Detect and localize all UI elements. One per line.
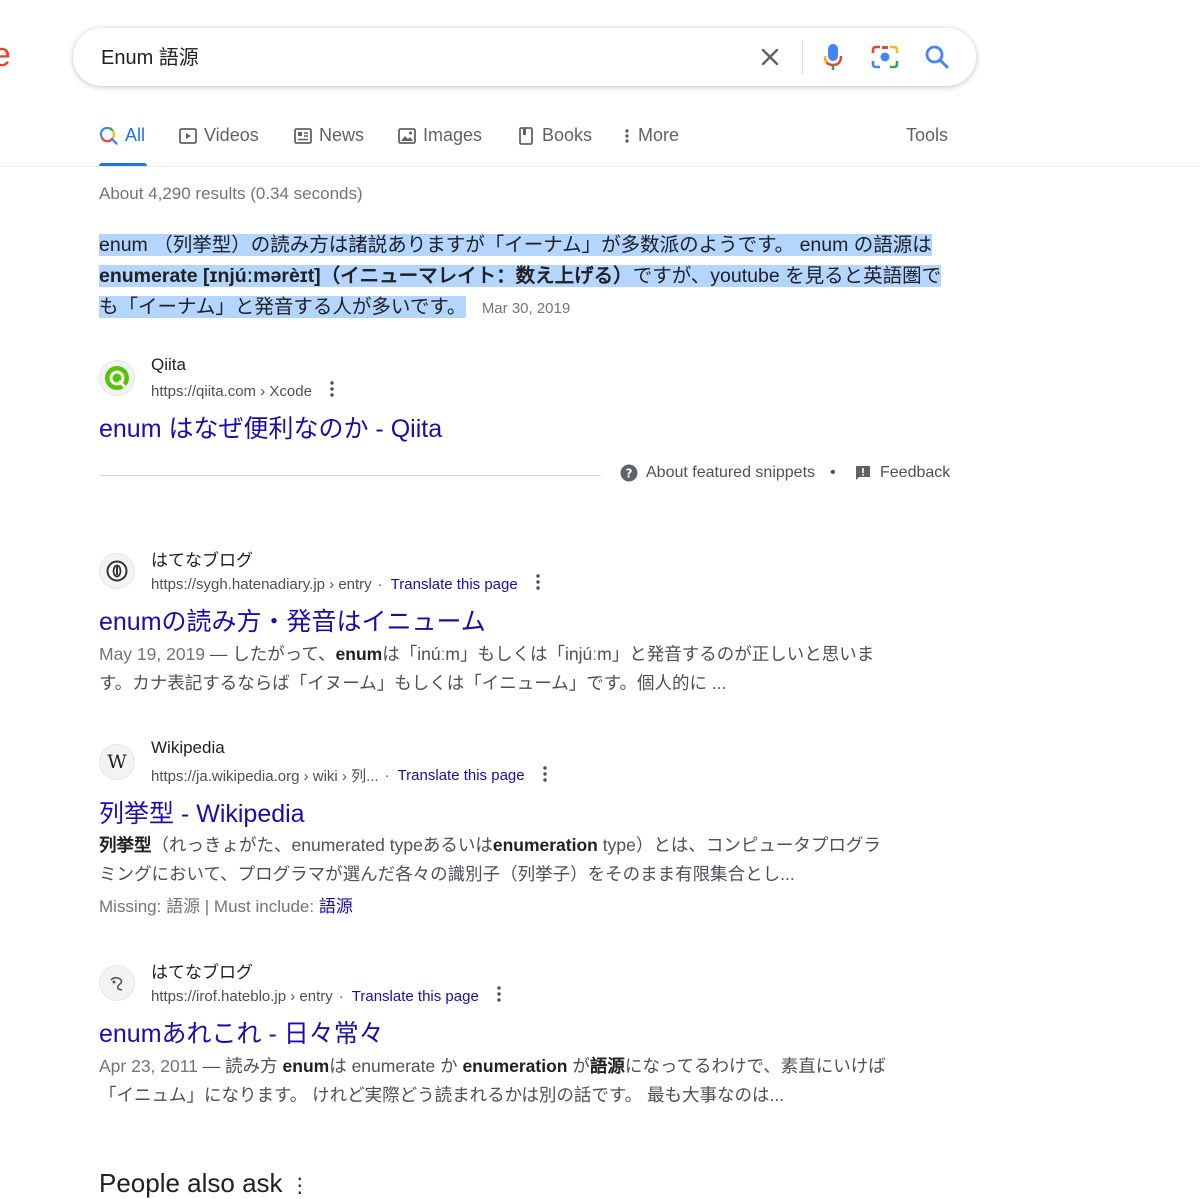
book-icon: [519, 126, 533, 145]
svg-text:?: ?: [626, 467, 633, 481]
qiita-favicon: [99, 360, 135, 396]
result-url[interactable]: https://sygh.hatenadiary.jp › entry · Tra…: [151, 574, 540, 594]
snippet-footer: ? About featured snippets • Feedback: [99, 460, 951, 490]
kebab-icon[interactable]: [542, 765, 547, 786]
source-site-name: Qiita: [151, 355, 186, 374]
result-description: 列挙型（れっきょがた、enumerated typeあるいはenumeratio…: [99, 835, 881, 884]
all-search-icon: [99, 126, 118, 145]
featured-snippet: enum （列挙型）の読み方は諸説ありますが「イーナム」が多数派のようです。 e…: [99, 230, 959, 324]
tab-images[interactable]: Images: [397, 125, 482, 146]
search-input[interactable]: [101, 44, 741, 67]
wikipedia-favicon: W: [99, 744, 135, 780]
search-tabs: All Videos News Images Books More Tools: [0, 120, 1200, 167]
translate-link[interactable]: Translate this page: [391, 576, 518, 593]
translate-link[interactable]: Translate this page: [398, 767, 525, 784]
help-icon: ?: [620, 464, 638, 482]
result-site-name: はてなブログ: [151, 963, 253, 982]
kebab-icon[interactable]: [330, 381, 334, 401]
tools-label: Tools: [906, 125, 949, 145]
tab-label: Books: [542, 125, 593, 145]
missing-terms: Missing: 語源 | Must include: 語源: [99, 897, 353, 916]
result-stats: About 4,290 results (0.34 seconds): [99, 184, 363, 203]
snippet-date: Mar 30, 2019: [481, 300, 571, 317]
search-icon[interactable]: [923, 43, 951, 71]
tab-videos[interactable]: Videos: [178, 125, 259, 146]
active-tab-underline: [99, 163, 147, 166]
footer-separator: •: [830, 464, 836, 481]
tools-button[interactable]: Tools: [906, 125, 948, 146]
kebab-icon[interactable]: [497, 986, 501, 1006]
tab-news[interactable]: News: [293, 125, 364, 146]
lens-icon[interactable]: [871, 43, 899, 71]
footer-divider: [99, 475, 601, 476]
clear-icon[interactable]: [756, 43, 784, 71]
feedback-button[interactable]: Feedback: [854, 464, 950, 482]
tab-label: Images: [423, 125, 483, 145]
result-description: Apr 23, 2011 — 読み方 enumは enumerate か enu…: [99, 1056, 886, 1105]
image-icon: [398, 127, 416, 144]
result-title[interactable]: enumあれこれ - 日々常々: [99, 1014, 384, 1050]
tab-label: News: [319, 125, 365, 145]
kebab-icon[interactable]: [536, 574, 540, 594]
must-include-link[interactable]: 語源: [319, 897, 353, 916]
tab-label: More: [638, 125, 680, 145]
video-icon: [179, 127, 197, 144]
featured-result-title[interactable]: enum はなぜ便利なのか - Qiita: [99, 409, 442, 445]
google-logo-fragment[interactable]: e: [0, 36, 11, 75]
search-box[interactable]: [73, 28, 976, 86]
news-icon: [294, 127, 312, 144]
result-url[interactable]: https://irof.hateblo.jp › entry · Transla…: [151, 986, 501, 1006]
result-url[interactable]: https://ja.wikipedia.org › wiki › 列... · …: [151, 765, 547, 786]
tab-label: Videos: [204, 125, 259, 145]
result-title[interactable]: enumの読み方・発音はイニューム: [99, 602, 486, 638]
more-vert-icon: [625, 128, 629, 143]
translate-link[interactable]: Translate this page: [352, 988, 479, 1005]
search-divider: [802, 40, 803, 74]
source-url[interactable]: https://qiita.com › Xcode: [151, 381, 334, 401]
result-description: May 19, 2019 — したがって、enumは「inúːm」もしくは「in…: [99, 644, 875, 693]
tab-books[interactable]: Books: [516, 125, 592, 146]
irof-favicon: [99, 965, 135, 1001]
hatena-favicon: [99, 553, 135, 589]
feedback-icon: [856, 466, 870, 480]
result-site-name: Wikipedia: [151, 738, 225, 757]
about-featured-snippets[interactable]: ? About featured snippets: [620, 464, 815, 482]
result-site-name: はてなブログ: [151, 551, 253, 570]
tab-label: All: [125, 125, 146, 145]
tab-more[interactable]: More: [622, 125, 679, 146]
result-title[interactable]: 列挙型 - Wikipedia: [99, 794, 305, 830]
mic-icon[interactable]: [819, 43, 847, 71]
tab-all[interactable]: All: [99, 125, 145, 146]
